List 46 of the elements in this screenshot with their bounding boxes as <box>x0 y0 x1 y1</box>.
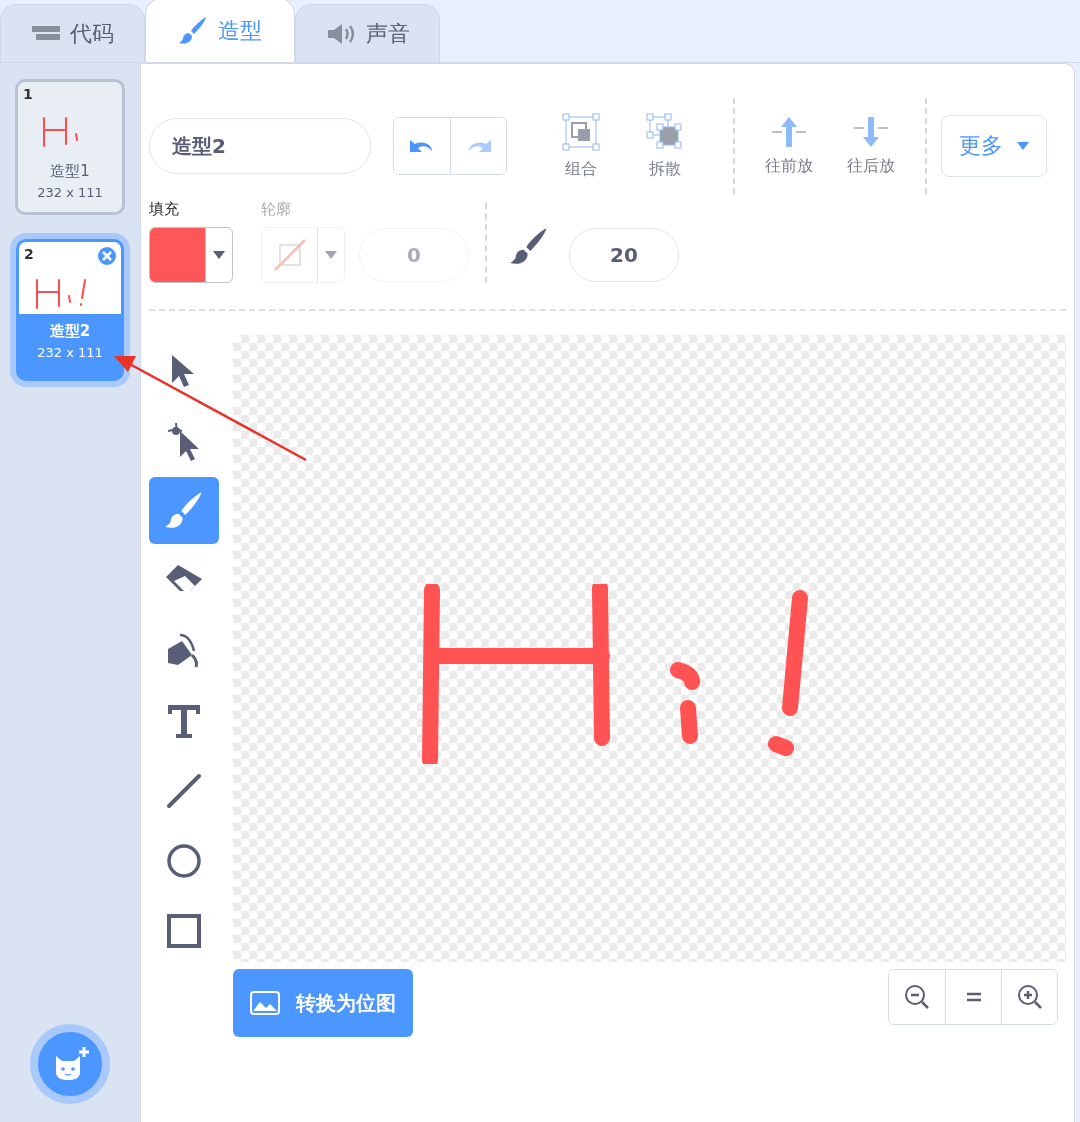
ungroup-icon <box>646 112 684 151</box>
rectangle-tool-icon <box>167 913 201 948</box>
costume-number: 1 <box>23 86 33 102</box>
hi-thumbnail-drawing <box>35 278 87 310</box>
costume-size: 232 x 111 <box>36 185 104 200</box>
group-icon <box>562 112 600 151</box>
close-icon <box>102 251 112 261</box>
costume-number: 2 <box>24 246 34 262</box>
caret-icon <box>325 251 337 259</box>
caret-icon <box>1017 142 1029 150</box>
costume-size: 232 x 111 <box>36 345 104 360</box>
costume-name: 造型2 <box>48 322 92 341</box>
outline-label: 轮廓 <box>261 200 292 219</box>
text-tool-icon <box>166 702 202 739</box>
line-tool-icon <box>166 772 202 809</box>
brush-size-field[interactable]: 20 <box>569 228 679 282</box>
more-button[interactable]: 更多 <box>941 115 1047 177</box>
caret-icon <box>213 251 225 259</box>
tool-button[interactable] <box>149 477 219 544</box>
toolbar-button[interactable]: 组合 <box>545 112 617 180</box>
costume-card[interactable]: 1 造型1 232 x 111 <box>15 79 125 215</box>
circle-tool-icon <box>166 842 202 879</box>
fill-color-picker[interactable] <box>149 227 233 283</box>
arrow-down-icon <box>852 115 890 148</box>
toolbar-button[interactable]: 拆散 <box>629 112 701 180</box>
hi-thumbnail-drawing <box>42 116 80 148</box>
brush-icon <box>164 490 204 531</box>
arrow-up-icon <box>770 115 808 148</box>
convert-to-bitmap-button[interactable]: 转换为位图 <box>233 969 413 1037</box>
toolbar-button[interactable]: 往前放 <box>753 115 825 177</box>
costume-name-field[interactable]: 造型2 <box>149 118 371 174</box>
brush-icon <box>509 227 549 267</box>
tab[interactable]: 声音 <box>295 4 440 62</box>
fill-label: 填充 <box>149 200 180 219</box>
zoom-in-button[interactable] <box>1001 970 1057 1024</box>
zoom-out-icon <box>904 984 930 1010</box>
toolbar-button[interactable]: 往后放 <box>835 115 907 177</box>
drawing-canvas[interactable] <box>233 335 1066 962</box>
equals-icon <box>965 991 982 1003</box>
brush-icon <box>178 15 208 46</box>
tab[interactable]: 造型 <box>145 0 295 62</box>
zoom-in-icon <box>1016 984 1043 1010</box>
image-icon <box>250 991 280 1015</box>
costume-name: 造型1 <box>49 162 91 181</box>
tab[interactable]: 代码 <box>0 4 145 62</box>
speaker-icon <box>325 21 356 46</box>
